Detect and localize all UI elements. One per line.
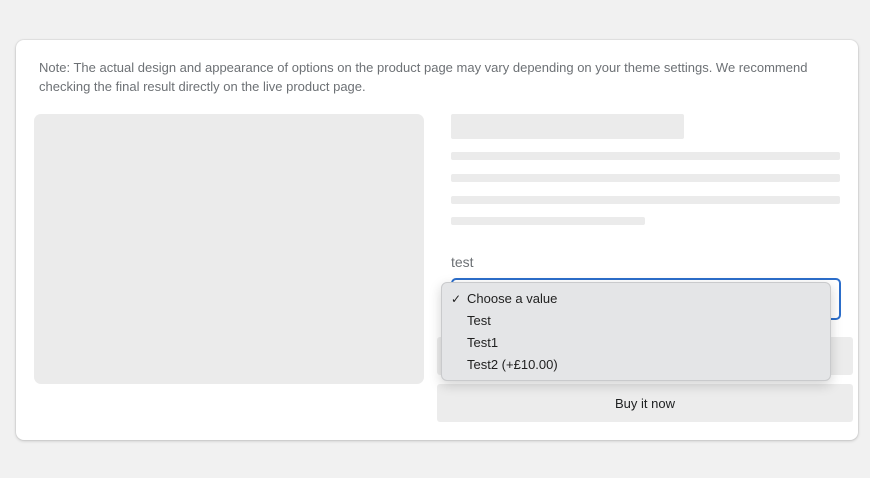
dropdown-option-label: Test1 [467, 335, 499, 350]
checkmark-icon: ✓ [451, 292, 462, 306]
dropdown-option-test[interactable]: Test [442, 310, 830, 332]
description-skeleton-line [451, 174, 840, 182]
product-image-placeholder [34, 114, 424, 384]
dropdown-option-choose[interactable]: ✓ Choose a value [442, 288, 830, 310]
buy-it-now-button[interactable]: Buy it now [437, 384, 853, 422]
description-skeleton-line [451, 152, 840, 160]
preview-note: Note: The actual design and appearance o… [39, 60, 808, 94]
dropdown-option-test1[interactable]: Test1 [442, 332, 830, 354]
product-title-skeleton [451, 114, 684, 139]
option-label: test [451, 254, 474, 270]
option-dropdown-menu: ✓ Choose a value Test Test1 Test2 (+£10.… [441, 282, 831, 381]
description-skeleton-line [451, 217, 645, 225]
description-skeleton-line [451, 196, 840, 204]
dropdown-option-label: Test2 (+£10.00) [467, 357, 558, 372]
dropdown-option-label: Test [467, 313, 491, 328]
dropdown-option-test2[interactable]: Test2 (+£10.00) [442, 354, 830, 376]
dropdown-option-label: Choose a value [467, 291, 558, 306]
